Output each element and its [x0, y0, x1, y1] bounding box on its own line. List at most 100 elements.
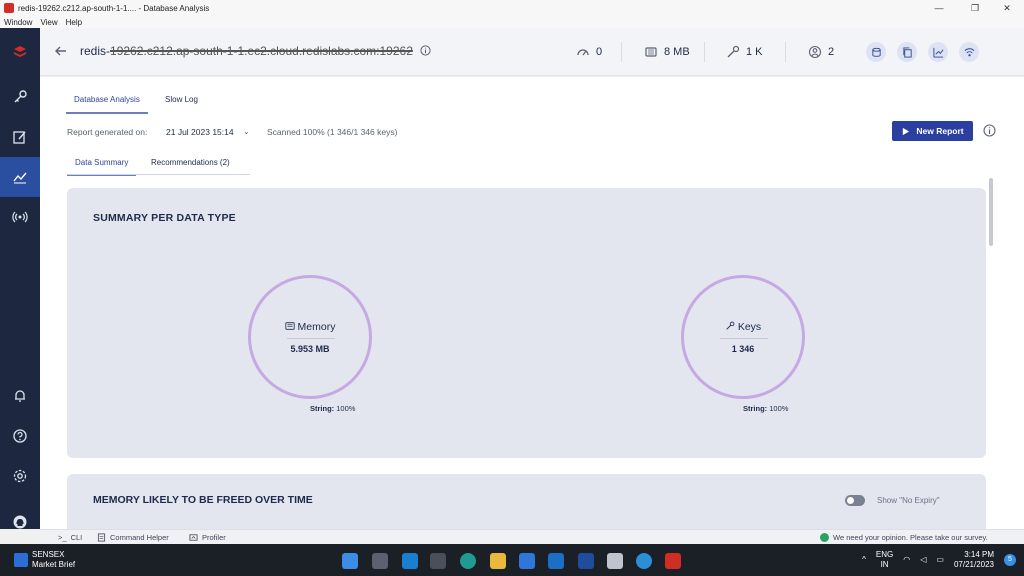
widget-subtitle: Market Brief	[32, 560, 76, 569]
nav-github[interactable]	[0, 505, 40, 539]
nav-settings[interactable]	[0, 456, 40, 496]
gear-icon	[13, 469, 27, 483]
widget-title: SENSEX	[32, 550, 65, 559]
wifi-icon[interactable]: ◠	[903, 555, 910, 565]
notepad-icon[interactable]	[519, 553, 535, 569]
task-view-icon[interactable]	[372, 553, 388, 569]
instance-header: redis-19262.c212.ap-south-1-1.ec2.cloud.…	[40, 28, 1024, 76]
database-name: redis-19262.c212.ap-south-1-1.ec2.cloud.…	[80, 44, 431, 58]
database-name-prefix: redis-	[80, 44, 111, 58]
close-button[interactable]: ✕	[992, 0, 1022, 16]
language-indicator[interactable]: ENG IN	[876, 550, 893, 570]
key-icon	[726, 321, 735, 330]
info-icon[interactable]	[420, 45, 431, 56]
store-icon[interactable]	[402, 553, 418, 569]
keys-label: Keys	[737, 321, 762, 333]
report-generated-label: Report generated on:	[67, 127, 148, 137]
tab-database-analysis[interactable]: Database Analysis	[66, 95, 148, 114]
left-nav	[0, 28, 40, 529]
insights-toolbar-button[interactable]	[959, 42, 979, 62]
chevron-down-icon[interactable]: ⌄	[243, 127, 250, 136]
no-expiry-toggle[interactable]	[845, 495, 865, 506]
region-code: IN	[880, 560, 889, 569]
database-toolbar-button[interactable]	[866, 42, 886, 62]
redis-app-icon	[4, 3, 14, 13]
key-icon	[14, 90, 27, 103]
back-arrow-icon[interactable]	[54, 44, 68, 58]
scrollbar[interactable]	[989, 178, 993, 246]
chart-icon	[14, 553, 28, 567]
profiler-button[interactable]: Profiler	[189, 533, 226, 542]
gauge-icon	[577, 49, 589, 56]
cpu-stat: 0	[576, 45, 602, 59]
nav-workbench[interactable]	[0, 117, 40, 157]
nav-help[interactable]	[0, 416, 40, 456]
menu-window[interactable]: Window	[4, 18, 32, 27]
cli-button[interactable]: >_ CLI	[58, 533, 82, 542]
menu-help[interactable]: Help	[66, 18, 82, 27]
nav-notifications[interactable]	[0, 376, 40, 416]
tab-recommendations[interactable]: Recommendations (2)	[151, 158, 230, 167]
minimize-button[interactable]: —	[924, 0, 954, 16]
redis-logo[interactable]	[0, 32, 40, 72]
memory-type-caption: String: 100%	[310, 404, 355, 413]
lang-code: ENG	[875, 550, 894, 559]
divider	[704, 42, 705, 62]
browser-icon[interactable]	[636, 553, 652, 569]
memory-label: Memory	[297, 321, 336, 333]
clients-stat: 2	[808, 45, 834, 59]
no-expiry-label: Show "No Expiry"	[877, 496, 940, 505]
window-title: redis-19262.c212.ap-south-1-1.... - Data…	[18, 3, 210, 13]
summary-title: SUMMARY PER DATA TYPE	[93, 212, 236, 224]
clock[interactable]: 3:14 PM 07/21/2023	[954, 550, 994, 570]
os-taskbar: SENSEX Market Brief ^ ENG IN ◠ ◁ ▭ 3:14 …	[0, 544, 1024, 576]
edge-icon[interactable]	[460, 553, 476, 569]
command-helper-button[interactable]: Command Helper	[97, 533, 169, 542]
memory-donut[interactable]: Memory 5.953 MB	[248, 275, 372, 399]
profiler-label: Profiler	[202, 533, 226, 542]
battery-icon[interactable]: ▭	[936, 555, 944, 565]
new-report-button[interactable]: New Report	[892, 121, 973, 141]
scanned-status: Scanned 100% (1 346/1 346 keys)	[267, 127, 398, 137]
command-helper-label: Command Helper	[110, 533, 169, 542]
play-icon	[903, 127, 910, 135]
survey-icon	[820, 533, 829, 542]
nav-browser[interactable]	[0, 77, 40, 117]
nav-analysis[interactable]	[0, 157, 40, 197]
keys-donut[interactable]: Keys 1 346	[681, 275, 805, 399]
chart-toolbar-button[interactable]	[928, 42, 948, 62]
market-widget[interactable]: SENSEX Market Brief	[14, 550, 75, 570]
menu-view[interactable]: View	[40, 18, 57, 27]
keys-total: 1 346	[731, 344, 755, 354]
edit-icon	[13, 131, 26, 144]
profiler-icon	[189, 534, 198, 541]
keys-value: 1 K	[746, 46, 763, 58]
chevron-up-icon[interactable]: ^	[862, 555, 866, 565]
memory-freed-title: MEMORY LIKELY TO BE FREED OVER TIME	[93, 494, 313, 506]
user-icon	[808, 45, 822, 59]
volume-icon[interactable]: ◁	[920, 555, 926, 565]
app-icon[interactable]	[607, 553, 623, 569]
survey-link[interactable]: We need your opinion. Please take our su…	[820, 533, 988, 542]
info-icon[interactable]	[983, 124, 996, 137]
menu-bar: Window View Help	[0, 16, 1024, 28]
app-icon[interactable]	[430, 553, 446, 569]
nav-pubsub[interactable]	[0, 197, 40, 237]
maximize-button[interactable]: ❐	[960, 0, 990, 16]
summary-card: SUMMARY PER DATA TYPE Memory 5.953 MB St…	[67, 188, 986, 458]
tab-slow-log[interactable]: Slow Log	[165, 95, 198, 104]
mail-icon[interactable]	[548, 553, 564, 569]
copy-toolbar-button[interactable]	[897, 42, 917, 62]
help-icon	[13, 429, 27, 443]
notification-badge[interactable]: 5	[1004, 554, 1016, 566]
bing-icon[interactable]	[578, 553, 594, 569]
keys-donut-label: Keys	[684, 321, 802, 333]
redis-insight-icon[interactable]	[665, 553, 681, 569]
new-report-label: New Report	[916, 126, 964, 136]
main-panel: Database Analysis Slow Log Report genera…	[40, 77, 1024, 534]
github-icon	[13, 515, 27, 529]
windows-start-icon[interactable]	[342, 553, 358, 569]
report-date-select[interactable]: 21 Jul 2023 15:14	[166, 127, 234, 137]
cpu-value: 0	[596, 46, 603, 58]
folder-icon[interactable]	[490, 553, 506, 569]
